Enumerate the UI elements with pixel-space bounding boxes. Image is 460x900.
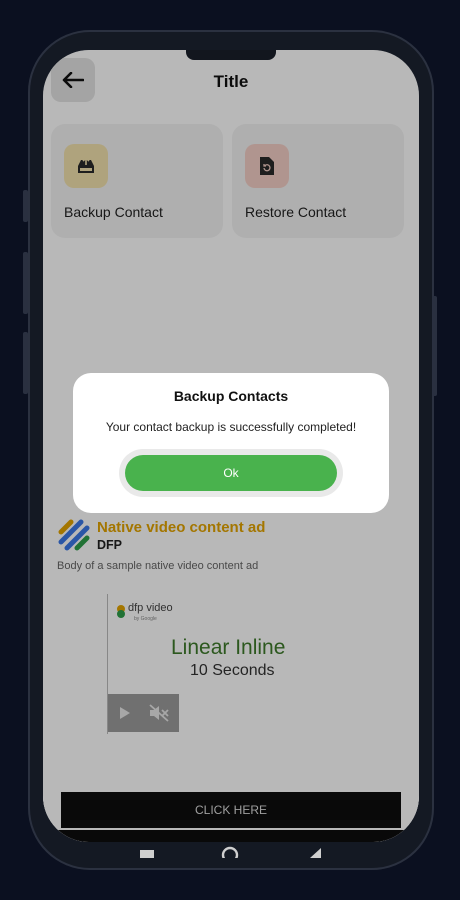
phone-side-button bbox=[23, 332, 28, 394]
app-screen: Title Backup Contact Restore Contact Nat… bbox=[43, 50, 419, 842]
home-icon[interactable] bbox=[221, 846, 239, 858]
phone-side-button bbox=[23, 190, 28, 222]
backup-dialog: Backup Contacts Your contact backup is s… bbox=[73, 373, 389, 513]
back-nav-icon[interactable] bbox=[308, 848, 322, 858]
recent-apps-icon[interactable] bbox=[140, 850, 154, 858]
dialog-message: Your contact backup is successfully comp… bbox=[105, 420, 357, 434]
ok-button[interactable]: Ok bbox=[125, 455, 337, 491]
phone-side-button bbox=[432, 296, 437, 396]
dialog-title: Backup Contacts bbox=[173, 388, 289, 404]
phone-side-button bbox=[23, 252, 28, 314]
